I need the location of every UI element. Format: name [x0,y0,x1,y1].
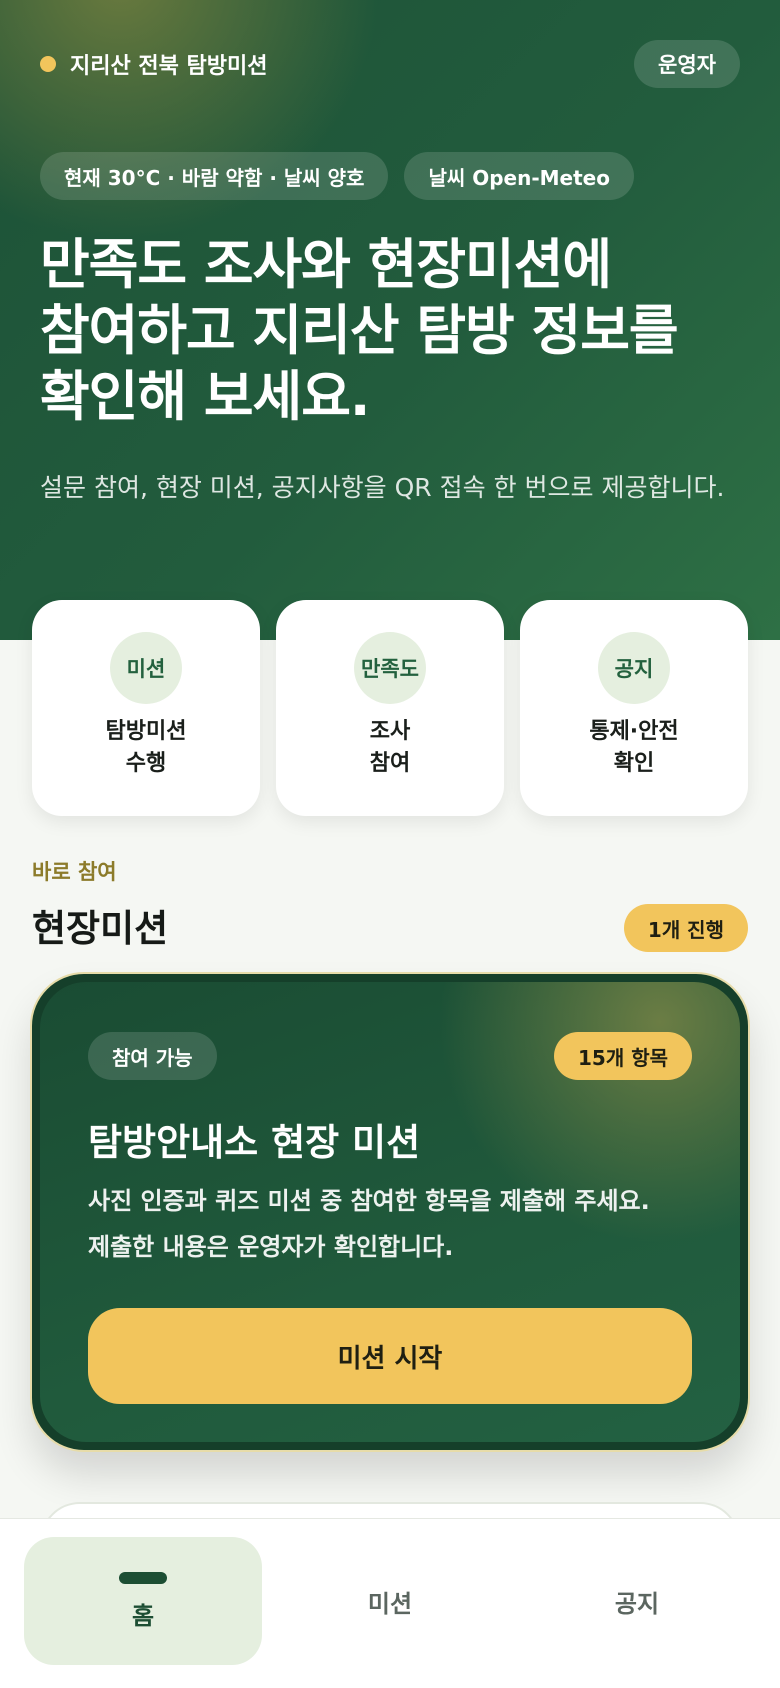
nav-item-notice[interactable]: 공지 [518,1537,756,1665]
weather-chip: 현재 30°C · 바람 약함 · 날씨 양호 [40,152,389,200]
mission-card: 참여 가능 15개 항목 탐방안내소 현장 미션 사진 인증과 퀴즈 미션 중 … [32,974,748,1450]
quick-label-line: 조사 [369,719,411,744]
mission-count-badge: 1개 진행 [623,904,748,952]
quick-label-line: 수행 [125,751,167,776]
mission-description: 사진 인증과 퀴즈 미션 중 참여한 항목을 제출해 주세요. 제출한 내용은 … [88,1178,708,1270]
bottom-nav: 홈 미션 공지 [0,1518,780,1688]
quick-card-mission[interactable]: 미션 탐방미션 수행 [32,600,260,816]
quick-label: 조사 참여 [370,716,410,780]
quick-badge: 미션 [110,632,182,704]
mission-title: 탐방안내소 현장 미션 [88,1121,421,1164]
nav-item-mission[interactable]: 미션 [271,1537,509,1665]
items-badge: 15개 항목 [554,1032,692,1080]
section-eyebrow: 바로 참여 [32,860,117,884]
status-badge: 참여 가능 [88,1032,217,1080]
quick-actions: 미션 탐방미션 수행 만족도 조사 참여 공지 통제·안전 확인 [32,600,748,816]
section-title: 현장미션 [32,907,169,950]
mission-description-line: 제출한 내용은 운영자가 확인합니다. [88,1233,454,1261]
mission-description-line: 사진 인증과 퀴즈 미션 중 참여한 항목을 제출해 주세요. [88,1187,650,1215]
quick-label: 탐방미션 수행 [106,716,187,780]
quick-card-survey[interactable]: 만족도 조사 참여 [276,600,504,816]
hero-subtitle: 설문 참여, 현장 미션, 공지사항을 QR 접속 한 번으로 제공합니다. [40,473,725,502]
nav-item-label: 홈 [131,1601,155,1630]
quick-label-line: 참여 [369,751,411,776]
top-bar: 지리산 전북 탐방미션 운영자 [40,40,740,88]
quick-label-line: 통제·안전 [589,719,679,744]
info-chips: 현재 30°C · 바람 약함 · 날씨 양호 날씨 Open-Meteo [40,152,634,200]
hero-title: 만족도 조사와 현장미션에 참여하고 지리산 탐방 정보를 확인해 보세요. [40,232,740,430]
nav-item-label: 공지 [614,1589,660,1618]
hero-title-line: 참여하고 지리산 탐방 정보를 [40,299,679,362]
quick-label-line: 탐방미션 [105,719,187,744]
weather-source-chip: 날씨 Open-Meteo [404,152,634,200]
hero-title-line: 확인해 보세요. [40,365,370,428]
quick-badge: 공지 [598,632,670,704]
active-indicator-icon [119,1571,167,1584]
mission-card-inner: 참여 가능 15개 항목 탐방안내소 현장 미션 사진 인증과 퀴즈 미션 중 … [40,982,740,1442]
quick-badge: 만족도 [354,632,426,704]
operator-button[interactable]: 운영자 [634,40,740,88]
nav-item-home[interactable]: 홈 [24,1537,262,1665]
quick-card-notice[interactable]: 공지 통제·안전 확인 [520,600,748,816]
brand-title: 지리산 전북 탐방미션 [70,54,268,79]
nav-item-label: 미션 [367,1589,413,1618]
start-mission-button[interactable]: 미션 시작 [88,1308,692,1404]
quick-label-line: 확인 [613,751,655,776]
brand-dot-icon [40,56,56,72]
hero-title-line: 만족도 조사와 현장미션에 [40,233,612,296]
quick-label: 통제·안전 확인 [589,716,678,780]
brand: 지리산 전북 탐방미션 [40,48,267,80]
hero-banner: 지리산 전북 탐방미션 운영자 현재 30°C · 바람 약함 · 날씨 양호 … [0,0,780,640]
